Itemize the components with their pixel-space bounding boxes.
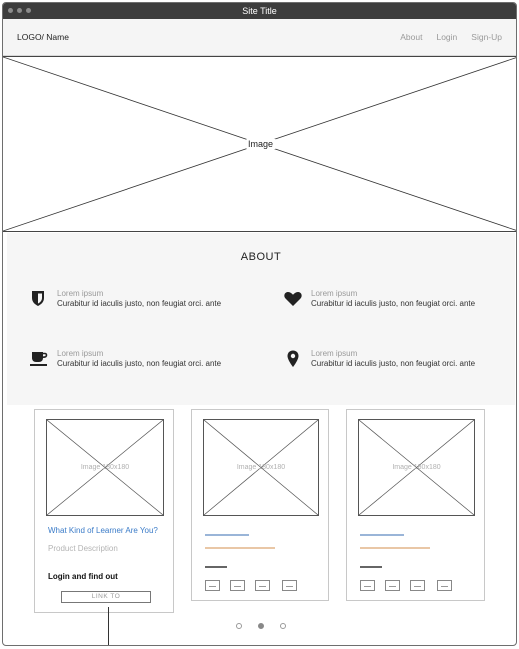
title-bar: Site Title [3,3,516,19]
pager-dot-3[interactable] [279,623,286,629]
feature-desc: Curabitur id iaculis justo, non feugiat … [311,299,476,308]
pager-dot-2[interactable] [257,623,264,629]
hero-image-label: Image [245,139,276,149]
feature-item: Lorem ipsum Curabitur id iaculis justo, … [283,289,516,311]
window-controls[interactable] [8,8,31,13]
faint-price-line [205,547,275,549]
hero-image-placeholder: Image [3,56,516,232]
logo[interactable]: LOGO/ Name [17,32,69,42]
card-image-placeholder: Image 180x180 [46,419,164,516]
product-card: Image 180x180 [346,409,485,601]
social-share-icon[interactable] [255,580,270,591]
social-share-icon[interactable] [230,580,245,591]
card-image-label: Image 180x180 [392,464,441,471]
nav-links: About Login Sign-Up [400,32,502,42]
feature-item: Lorem ipsum Curabitur id iaculis justo, … [283,349,516,371]
coffee-cup-icon [30,352,48,366]
feature-desc: Curabitur id iaculis justo, non feugiat … [311,359,476,368]
about-title: ABOUT [240,251,282,263]
card-description: Product Description [48,544,118,553]
nav-link-login[interactable]: Login [436,32,457,42]
card-image-label: Image 180x180 [236,464,286,471]
feature-item: Lorem ipsum Curabitur id iaculis justo, … [29,349,269,371]
social-share-icon[interactable] [360,580,375,591]
social-share-icon[interactable] [437,580,452,591]
card-image-label: Image 180x180 [80,464,130,471]
feature-item: Lorem ipsum Curabitur id iaculis justo, … [29,289,269,311]
card-login-text: Login and find out [48,572,118,581]
feature-title: Lorem ipsum [311,349,358,358]
nav-link-signup[interactable]: Sign-Up [471,32,502,42]
product-card: Image 180x180 [191,409,329,601]
map-pin-icon [287,350,299,367]
minimize-dot-icon[interactable] [17,8,22,13]
faint-price-line [360,547,430,549]
feature-title: Lorem ipsum [57,349,104,358]
feature-title: Lorem ipsum [57,289,104,298]
social-share-icon[interactable] [410,580,425,591]
nav-link-about[interactable]: About [400,32,422,42]
close-dot-icon[interactable] [8,8,13,13]
social-share-icon[interactable] [205,580,220,591]
link-to-button[interactable]: LINK TO [61,591,151,603]
feature-desc: Curabitur id iaculis justo, non feugiat … [57,359,222,368]
faint-title-line [360,534,404,536]
feature-desc: Curabitur id iaculis justo, non feugiat … [57,299,222,308]
heart-icon [284,291,302,306]
card-title-link[interactable]: What Kind of Learner Are You? [48,526,158,535]
zoom-dot-icon[interactable] [26,8,31,13]
product-card: Image 180x180 What Kind of Learner Are Y… [34,409,174,613]
annotation-connector-line [108,607,109,645]
social-share-icon[interactable] [282,580,297,591]
social-share-icon[interactable] [385,580,400,591]
navbar: LOGO/ Name About Login Sign-Up [3,19,516,56]
carousel-pager [3,623,516,629]
pager-dot-1[interactable] [235,623,242,629]
feature-title: Lorem ipsum [311,289,358,298]
about-section: ABOUT Lorem ipsum Curabitur id iaculis j… [7,233,515,405]
window-title: Site Title [242,6,277,16]
card-image-placeholder: Image 180x180 [358,419,475,516]
shield-icon [32,291,44,306]
card-image-placeholder: Image 180x180 [203,419,319,516]
faint-text-line [360,566,382,568]
faint-text-line [205,566,227,568]
browser-window: Site Title LOGO/ Name About Login Sign-U… [2,2,517,646]
faint-title-line [205,534,249,536]
